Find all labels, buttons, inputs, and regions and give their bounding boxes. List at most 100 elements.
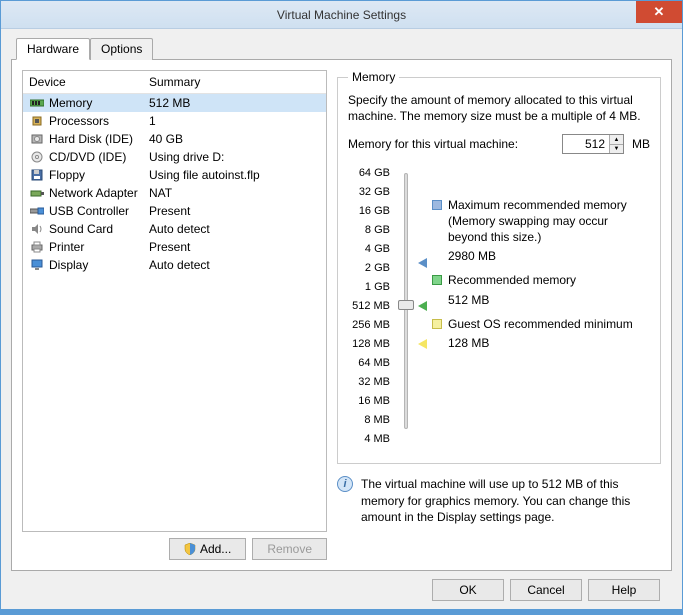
right-pane: Memory Specify the amount of memory allo… bbox=[337, 70, 661, 560]
tick-label: 32 GB bbox=[359, 187, 390, 206]
legend-min-value: 128 MB bbox=[448, 336, 650, 350]
tick-label: 1 GB bbox=[365, 282, 390, 301]
tick-label: 16 GB bbox=[359, 206, 390, 225]
legend-min: Guest OS recommended minimum bbox=[432, 317, 650, 333]
content-area: Hardware Options Device Summary Memory51… bbox=[1, 29, 682, 615]
device-summary: Using drive D: bbox=[149, 150, 320, 164]
memory-spinbox[interactable]: ▲ ▼ bbox=[562, 134, 624, 154]
device-name: Processors bbox=[49, 114, 149, 128]
tick-label: 4 MB bbox=[364, 434, 390, 453]
device-summary: Using file autoinst.flp bbox=[149, 168, 320, 182]
memory-legend-area: Maximum recommended memory (Memory swapp… bbox=[422, 168, 650, 453]
printer-icon bbox=[29, 240, 45, 254]
add-button[interactable]: Add... bbox=[169, 538, 246, 560]
tick-label: 8 GB bbox=[365, 225, 390, 244]
help-button[interactable]: Help bbox=[588, 579, 660, 601]
titlebar: Virtual Machine Settings ✕ bbox=[1, 1, 682, 29]
window-title: Virtual Machine Settings bbox=[277, 8, 406, 22]
tick-label: 128 MB bbox=[352, 339, 390, 358]
device-name: Hard Disk (IDE) bbox=[49, 132, 149, 146]
ok-button[interactable]: OK bbox=[432, 579, 504, 601]
slider-thumb[interactable] bbox=[398, 300, 414, 310]
memory-legend: Memory bbox=[348, 70, 399, 84]
device-summary: 512 MB bbox=[149, 96, 320, 110]
device-summary: Present bbox=[149, 240, 320, 254]
spin-up-icon[interactable]: ▲ bbox=[610, 135, 623, 145]
memory-input[interactable] bbox=[563, 135, 609, 153]
left-pane: Device Summary Memory512 MBProcessors1Ha… bbox=[22, 70, 327, 560]
display-icon bbox=[29, 258, 45, 272]
device-name: USB Controller bbox=[49, 204, 149, 218]
header-device: Device bbox=[29, 75, 149, 89]
close-button[interactable]: ✕ bbox=[636, 1, 682, 23]
sound-icon bbox=[29, 222, 45, 236]
header-summary: Summary bbox=[149, 75, 200, 89]
memory-description: Specify the amount of memory allocated t… bbox=[348, 92, 650, 124]
memory-slider-area: 64 GB32 GB16 GB8 GB4 GB2 GB1 GB512 MB256… bbox=[348, 168, 650, 453]
network-icon bbox=[29, 186, 45, 200]
tick-label: 32 MB bbox=[358, 377, 390, 396]
device-summary: Present bbox=[149, 204, 320, 218]
legend-max: Maximum recommended memory (Memory swapp… bbox=[432, 198, 650, 245]
tab-hardware[interactable]: Hardware bbox=[16, 38, 90, 60]
usb-icon bbox=[29, 204, 45, 218]
device-row[interactable]: DisplayAuto detect bbox=[23, 256, 326, 274]
tick-label: 8 MB bbox=[364, 415, 390, 434]
info-text: The virtual machine will use up to 512 M… bbox=[361, 476, 661, 525]
tick-label: 2 GB bbox=[365, 263, 390, 282]
cpu-icon bbox=[29, 114, 45, 128]
device-name: Floppy bbox=[49, 168, 149, 182]
cancel-button[interactable]: Cancel bbox=[510, 579, 582, 601]
square-yellow-icon bbox=[432, 319, 442, 329]
device-name: Network Adapter bbox=[49, 186, 149, 200]
device-summary: 40 GB bbox=[149, 132, 320, 146]
shield-icon bbox=[184, 543, 196, 555]
device-row[interactable]: Hard Disk (IDE)40 GB bbox=[23, 130, 326, 148]
square-green-icon bbox=[432, 275, 442, 285]
tick-label: 64 MB bbox=[358, 358, 390, 377]
tabstrip: Hardware Options bbox=[16, 38, 672, 60]
disk-icon bbox=[29, 132, 45, 146]
floppy-icon bbox=[29, 168, 45, 182]
legend-rec-value: 512 MB bbox=[448, 293, 650, 307]
vm-settings-window: Virtual Machine Settings ✕ Hardware Opti… bbox=[0, 0, 683, 610]
tick-label: 64 GB bbox=[359, 168, 390, 187]
device-row[interactable]: PrinterPresent bbox=[23, 238, 326, 256]
memory-icon bbox=[29, 96, 45, 110]
device-row[interactable]: Memory512 MB bbox=[23, 94, 326, 112]
info-row: i The virtual machine will use up to 512… bbox=[337, 476, 661, 525]
device-name: Display bbox=[49, 258, 149, 272]
memory-slider[interactable] bbox=[396, 168, 416, 434]
tick-label: 512 MB bbox=[352, 301, 390, 320]
marker-rec-icon bbox=[418, 301, 427, 311]
tick-label: 16 MB bbox=[358, 396, 390, 415]
device-row[interactable]: USB ControllerPresent bbox=[23, 202, 326, 220]
device-name: Printer bbox=[49, 240, 149, 254]
remove-button: Remove bbox=[252, 538, 327, 560]
marker-max-icon bbox=[418, 258, 427, 268]
memory-groupbox: Memory Specify the amount of memory allo… bbox=[337, 70, 661, 464]
device-row[interactable]: Processors1 bbox=[23, 112, 326, 130]
hardware-panel: Device Summary Memory512 MBProcessors1Ha… bbox=[11, 59, 672, 571]
device-summary: NAT bbox=[149, 186, 320, 200]
close-icon: ✕ bbox=[654, 4, 665, 20]
device-row[interactable]: CD/DVD (IDE)Using drive D: bbox=[23, 148, 326, 166]
spin-down-icon[interactable]: ▼ bbox=[610, 145, 623, 154]
device-summary: Auto detect bbox=[149, 222, 320, 236]
device-row[interactable]: Sound CardAuto detect bbox=[23, 220, 326, 238]
device-list-header: Device Summary bbox=[23, 71, 326, 94]
tab-options[interactable]: Options bbox=[90, 38, 153, 60]
device-summary: 1 bbox=[149, 114, 320, 128]
device-name: Sound Card bbox=[49, 222, 149, 236]
device-name: Memory bbox=[49, 96, 149, 110]
memory-input-row: Memory for this virtual machine: ▲ ▼ MB bbox=[348, 134, 650, 154]
spin-arrows: ▲ ▼ bbox=[609, 135, 623, 153]
memory-unit: MB bbox=[632, 137, 650, 151]
device-row[interactable]: Network AdapterNAT bbox=[23, 184, 326, 202]
legend-max-value: 2980 MB bbox=[448, 249, 650, 263]
device-row[interactable]: FloppyUsing file autoinst.flp bbox=[23, 166, 326, 184]
tick-labels: 64 GB32 GB16 GB8 GB4 GB2 GB1 GB512 MB256… bbox=[348, 168, 390, 453]
memory-input-label: Memory for this virtual machine: bbox=[348, 137, 518, 151]
legend-rec: Recommended memory bbox=[432, 273, 650, 289]
device-list: Device Summary Memory512 MBProcessors1Ha… bbox=[22, 70, 327, 532]
